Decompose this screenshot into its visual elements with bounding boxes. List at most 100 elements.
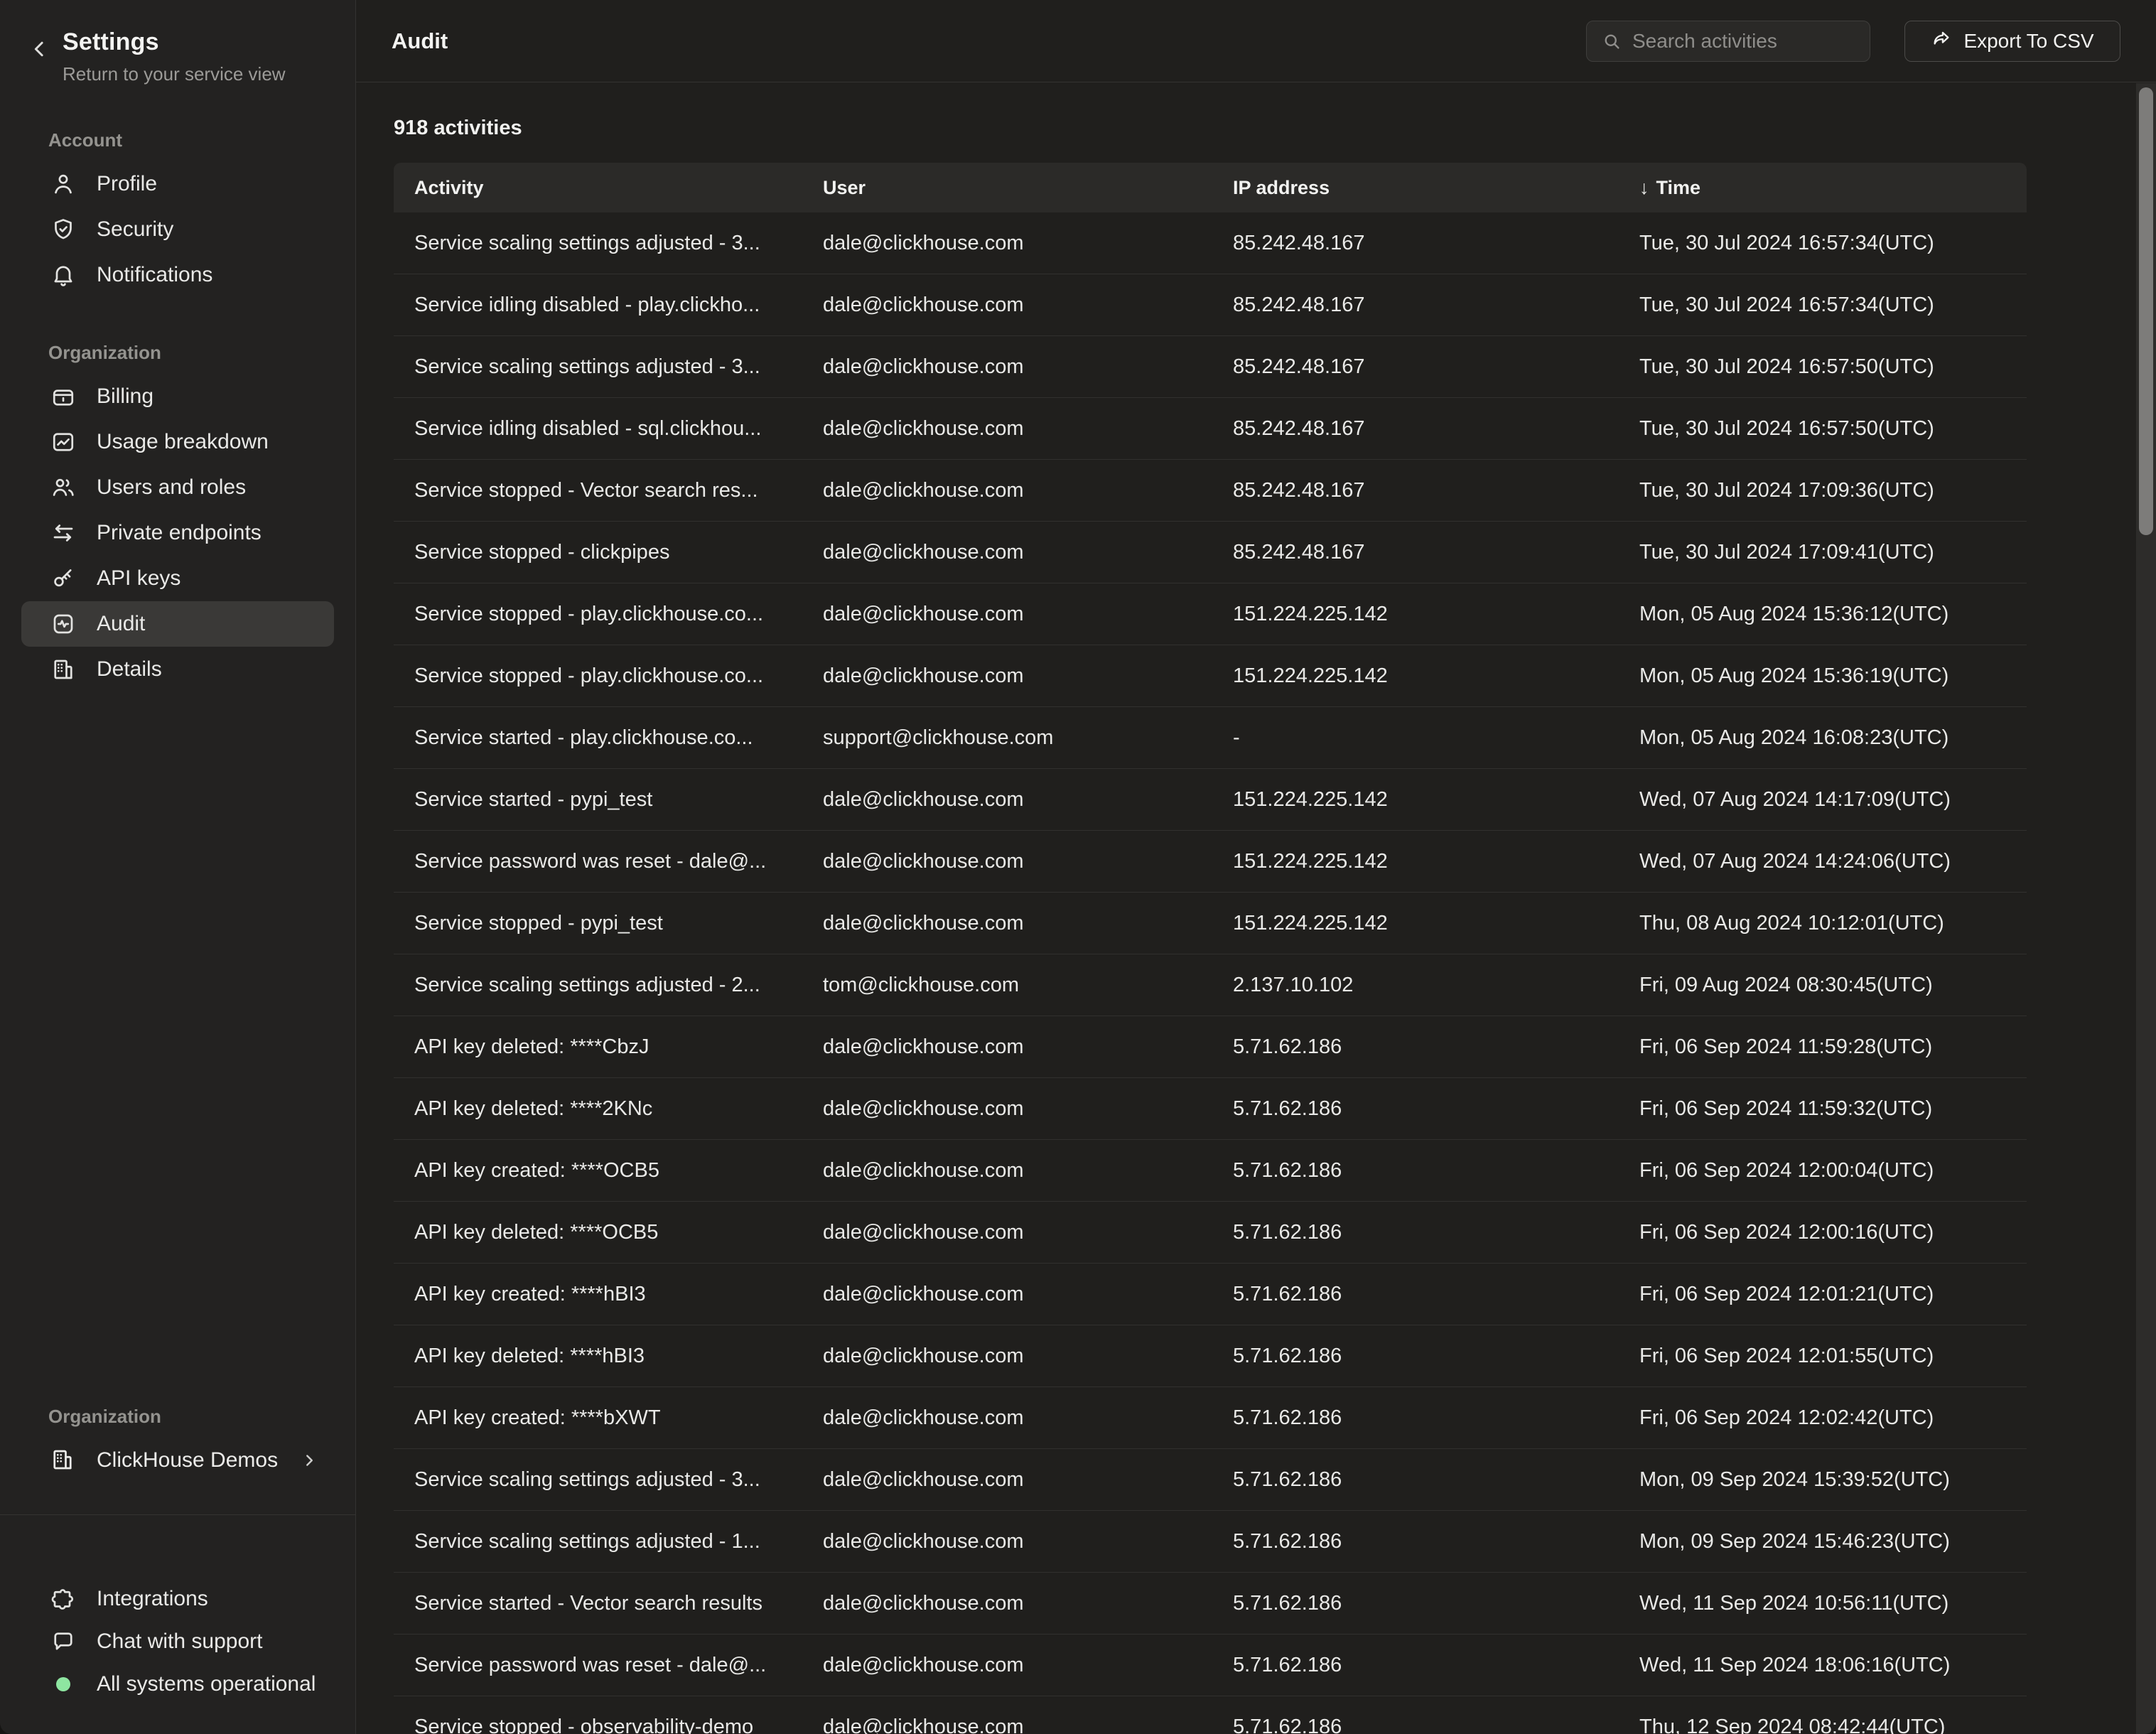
sidebar-item-notifications[interactable]: Notifications	[21, 252, 334, 298]
table-row[interactable]: Service stopped - pypi_test dale@clickho…	[394, 893, 2027, 954]
search-box[interactable]	[1586, 21, 1870, 62]
chevron-left-icon	[29, 51, 50, 62]
settings-audit-page: Settings Return to your service view Acc…	[0, 0, 2156, 1734]
activities-count: 918 activities	[394, 117, 2027, 140]
table-row[interactable]: Service stopped - play.clickhouse.co... …	[394, 645, 2027, 707]
table-row[interactable]: API key created: ****bXWT dale@clickhous…	[394, 1387, 2027, 1449]
cell-activity: Service stopped - observability-demo	[394, 1716, 823, 1734]
cell-ip: 5.71.62.186	[1233, 1097, 1639, 1121]
sidebar-item-users-and-roles[interactable]: Users and roles	[21, 465, 334, 510]
cell-activity: Service idling disabled - sql.clickhou..…	[394, 417, 823, 441]
table-row[interactable]: Service stopped - play.clickhouse.co... …	[394, 583, 2027, 645]
cell-activity: API key deleted: ****OCB5	[394, 1221, 823, 1244]
table-row[interactable]: Service password was reset - dale@... da…	[394, 1635, 2027, 1696]
table-row[interactable]: Service password was reset - dale@... da…	[394, 831, 2027, 893]
cell-time: Fri, 06 Sep 2024 12:00:04(UTC)	[1639, 1159, 2027, 1183]
table-row[interactable]: Service scaling settings adjusted - 1...…	[394, 1511, 2027, 1573]
cell-time: Fri, 06 Sep 2024 11:59:32(UTC)	[1639, 1097, 2027, 1121]
scrollbar-thumb[interactable]	[2139, 87, 2153, 535]
table-row[interactable]: API key deleted: ****OCB5 dale@clickhous…	[394, 1202, 2027, 1264]
table-row[interactable]: Service started - play.clickhouse.co... …	[394, 707, 2027, 769]
table-row[interactable]: Service stopped - clickpipes dale@clickh…	[394, 522, 2027, 583]
table-row[interactable]: API key deleted: ****2KNc dale@clickhous…	[394, 1078, 2027, 1140]
table-row[interactable]: Service scaling settings adjusted - 3...…	[394, 336, 2027, 398]
cell-time: Tue, 30 Jul 2024 16:57:34(UTC)	[1639, 294, 2027, 317]
sidebar-item-label: Billing	[97, 384, 153, 409]
table-row[interactable]: API key created: ****OCB5 dale@clickhous…	[394, 1140, 2027, 1202]
table-row[interactable]: API key created: ****hBI3 dale@clickhous…	[394, 1264, 2027, 1325]
table-row[interactable]: Service stopped - Vector search res... d…	[394, 460, 2027, 522]
audit-pulse-icon	[50, 610, 77, 637]
cell-time: Mon, 05 Aug 2024 15:36:12(UTC)	[1639, 603, 2027, 626]
cell-ip: 5.71.62.186	[1233, 1406, 1639, 1430]
cell-user: dale@clickhouse.com	[823, 355, 1233, 379]
vertical-scrollbar[interactable]	[2136, 83, 2156, 1734]
table-row[interactable]: Service scaling settings adjusted - 3...…	[394, 212, 2027, 274]
footer-organization-label: Organization	[0, 1406, 355, 1428]
cell-activity: Service stopped - Vector search res...	[394, 479, 823, 502]
cell-time: Tue, 30 Jul 2024 16:57:34(UTC)	[1639, 232, 2027, 255]
cell-ip: 85.242.48.167	[1233, 541, 1639, 564]
cell-user: dale@clickhouse.com	[823, 1530, 1233, 1553]
sidebar-item-api-keys[interactable]: API keys	[21, 556, 334, 601]
cell-activity: API key deleted: ****hBI3	[394, 1345, 823, 1368]
table-row[interactable]: API key deleted: ****CbzJ dale@clickhous…	[394, 1016, 2027, 1078]
cell-time: Fri, 06 Sep 2024 12:00:16(UTC)	[1639, 1221, 2027, 1244]
sidebar-item-label: Audit	[97, 612, 145, 636]
org-switcher[interactable]: ClickHouse Demos	[21, 1438, 334, 1483]
cell-user: dale@clickhouse.com	[823, 232, 1233, 255]
cell-time: Fri, 09 Aug 2024 08:30:45(UTC)	[1639, 974, 2027, 997]
chevron-right-icon	[300, 1451, 318, 1470]
sidebar-item-label: Details	[97, 657, 162, 682]
column-header-user[interactable]: User	[823, 177, 1233, 199]
back-button[interactable]	[27, 37, 53, 63]
cell-activity: API key deleted: ****CbzJ	[394, 1035, 823, 1059]
export-arrow-icon	[1931, 28, 1952, 54]
chat-support-link[interactable]: Chat with support	[21, 1620, 334, 1663]
sidebar-item-usage-breakdown[interactable]: Usage breakdown	[21, 419, 334, 465]
topbar: Audit Export To CSV	[356, 0, 2156, 82]
cell-time: Mon, 05 Aug 2024 15:36:19(UTC)	[1639, 664, 2027, 688]
table-row[interactable]: API key deleted: ****hBI3 dale@clickhous…	[394, 1325, 2027, 1387]
swap-arrows-icon	[50, 519, 77, 546]
cell-time: Fri, 06 Sep 2024 12:01:55(UTC)	[1639, 1345, 2027, 1368]
column-header-ip[interactable]: IP address	[1233, 177, 1639, 199]
cell-ip: 5.71.62.186	[1233, 1716, 1639, 1734]
cell-user: dale@clickhouse.com	[823, 664, 1233, 688]
sidebar-item-label: Security	[97, 217, 173, 242]
search-input[interactable]	[1632, 30, 1855, 53]
cell-user: tom@clickhouse.com	[823, 974, 1233, 997]
table-row[interactable]: Service scaling settings adjusted - 3...…	[394, 1449, 2027, 1511]
cell-time: Thu, 12 Sep 2024 08:42:44(UTC)	[1639, 1716, 2027, 1734]
cell-ip: 85.242.48.167	[1233, 294, 1639, 317]
export-csv-button[interactable]: Export To CSV	[1904, 21, 2120, 62]
sidebar-item-billing[interactable]: Billing	[21, 374, 334, 419]
cell-activity: Service scaling settings adjusted - 3...	[394, 1468, 823, 1492]
sidebar-item-private-endpoints[interactable]: Private endpoints	[21, 510, 334, 556]
sidebar-footer: Organization ClickHouse Demos Integratio…	[0, 1406, 355, 1734]
table-row[interactable]: Service started - Vector search results …	[394, 1573, 2027, 1635]
column-header-time[interactable]: ↓Time	[1639, 177, 2027, 199]
table-row[interactable]: Service stopped - observability-demo dal…	[394, 1696, 2027, 1734]
cell-user: dale@clickhouse.com	[823, 294, 1233, 317]
cell-activity: Service scaling settings adjusted - 3...	[394, 232, 823, 255]
system-status[interactable]: All systems operational	[21, 1663, 334, 1706]
table-row[interactable]: Service started - pypi_test dale@clickho…	[394, 769, 2027, 831]
column-header-activity[interactable]: Activity	[394, 177, 823, 199]
table-row[interactable]: Service scaling settings adjusted - 2...…	[394, 954, 2027, 1016]
cell-ip: 85.242.48.167	[1233, 355, 1639, 379]
sidebar-item-details[interactable]: Details	[21, 647, 334, 692]
sort-desc-icon: ↓	[1639, 177, 1649, 199]
sidebar-item-audit[interactable]: Audit	[21, 601, 334, 647]
sidebar-item-security[interactable]: Security	[21, 207, 334, 252]
sidebar-item-profile[interactable]: Profile	[21, 161, 334, 207]
integrations-link[interactable]: Integrations	[21, 1578, 334, 1620]
org-name: ClickHouse Demos	[97, 1448, 278, 1472]
sidebar-item-label: Private endpoints	[97, 521, 262, 545]
cell-activity: Service started - play.clickhouse.co...	[394, 726, 823, 750]
cell-ip: 5.71.62.186	[1233, 1592, 1639, 1615]
cell-ip: 5.71.62.186	[1233, 1345, 1639, 1368]
table-row[interactable]: Service idling disabled - sql.clickhou..…	[394, 398, 2027, 460]
cell-ip: 151.224.225.142	[1233, 788, 1639, 812]
table-row[interactable]: Service idling disabled - play.clickho..…	[394, 274, 2027, 336]
